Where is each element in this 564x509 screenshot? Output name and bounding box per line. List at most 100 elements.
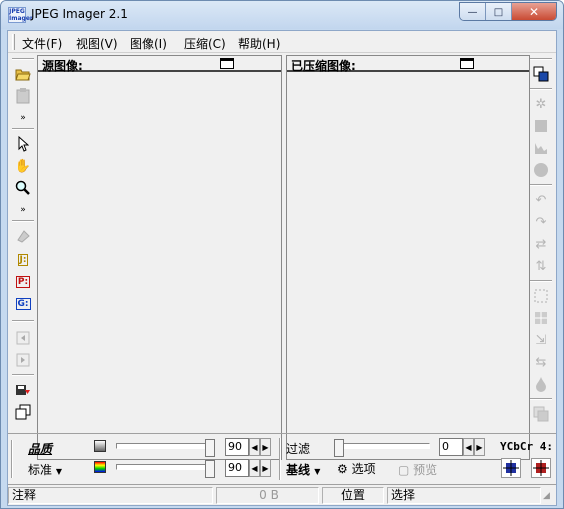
preview-button[interactable]: ▢ 预览 — [398, 461, 437, 478]
preset-dropdown[interactable]: 标准 ▼ — [28, 461, 62, 478]
circle-icon[interactable] — [531, 160, 551, 180]
quality-value[interactable]: 90 — [225, 438, 249, 456]
slider-thumb[interactable] — [205, 439, 215, 457]
quality-slider[interactable] — [116, 439, 216, 459]
toolbar-separator — [12, 128, 34, 130]
filter-label: 过滤 — [286, 442, 311, 456]
left-toolbar: » ✋ » J: P: G: — [10, 58, 36, 460]
source-panel-header: 源图像: — [38, 56, 281, 73]
spin-left-icon[interactable]: ◀ — [463, 438, 474, 456]
menu-view[interactable]: 视图(V) — [76, 35, 118, 52]
app-window: JPEG Imager JPEG Imager 2.1 — □ ✕ 文件(F) … — [0, 0, 564, 509]
mode-value: 基线 — [286, 463, 311, 477]
preview-icon: ▢ — [398, 463, 410, 477]
crop-icon[interactable] — [531, 286, 551, 306]
preset-value: 标准 — [28, 463, 53, 477]
rotate-right-icon[interactable]: ↷ — [531, 212, 551, 232]
chroma-spinner[interactable]: 90 ◀ ▶ — [225, 459, 271, 477]
spin-right-icon[interactable]: ▶ — [260, 438, 271, 456]
maximize-button[interactable]: □ — [486, 3, 512, 20]
bug-icon[interactable]: ✲ — [531, 94, 551, 114]
toolbar-separator — [279, 438, 281, 480]
app-logo-icon: JPEG Imager — [8, 7, 33, 23]
slider-track — [116, 464, 212, 470]
window-title: JPEG Imager 2.1 — [31, 7, 128, 21]
jpeg-format-icon[interactable]: J: — [13, 250, 33, 270]
quality-spinner[interactable]: 90 ◀ ▶ — [225, 438, 271, 456]
png-format-icon[interactable]: P: — [13, 272, 33, 292]
slider-thumb[interactable] — [205, 460, 215, 478]
grid-icon[interactable] — [531, 308, 551, 328]
flip-icon[interactable]: ⇄ — [531, 234, 551, 254]
title-bar[interactable]: JPEG Imager JPEG Imager 2.1 — □ ✕ — [1, 1, 563, 29]
rotate-left-icon[interactable]: ↶ — [531, 190, 551, 210]
compression-controls: 品质 标准 ▼ 90 ◀ ▶ 90 ◀ ▶ 过滤 0 ◀ ▶ 基线 ▼ ⚙ 选项… — [8, 433, 556, 483]
gif-format-icon[interactable]: G: — [13, 294, 33, 314]
histogram-icon[interactable] — [531, 138, 551, 158]
menu-bar: 文件(F) 视图(V) 图像(I) 压缩(C) 帮助(H) — [8, 31, 556, 53]
minimize-button[interactable]: — — [460, 3, 486, 20]
resize-grip-icon[interactable]: ◢ — [543, 491, 550, 501]
mirror-icon[interactable]: ⇅ — [531, 256, 551, 276]
copy-window-icon[interactable] — [13, 402, 33, 422]
slider-track — [116, 443, 212, 449]
spin-right-icon[interactable]: ▶ — [260, 459, 271, 477]
pointer-icon[interactable] — [13, 134, 33, 154]
next-icon[interactable] — [13, 350, 33, 370]
toolbar-separator — [12, 220, 34, 222]
chroma-value[interactable]: 90 — [225, 459, 249, 477]
hand-icon[interactable]: ✋ — [13, 156, 33, 176]
drop-icon[interactable] — [531, 374, 551, 394]
preview-label: 预览 — [413, 463, 438, 477]
slider-thumb[interactable] — [334, 439, 344, 457]
compressed-image-panel: 已压缩图像: — [286, 55, 530, 460]
filter-slider[interactable] — [334, 439, 434, 459]
caption-buttons: — □ ✕ — [459, 2, 557, 21]
mode-dropdown[interactable]: 基线 ▼ — [286, 461, 320, 478]
open-folder-icon[interactable] — [13, 64, 33, 84]
toolbar-grip — [12, 58, 34, 60]
square-icon[interactable] — [531, 116, 551, 136]
paint-icon[interactable] — [13, 226, 33, 246]
chroma-icon — [94, 461, 106, 473]
status-position: 位置 — [322, 487, 384, 504]
menu-compress[interactable]: 压缩(C) — [184, 35, 226, 52]
spin-right-icon[interactable]: ▶ — [474, 438, 485, 456]
close-button[interactable]: ✕ — [512, 3, 556, 20]
subsampling-2-icon[interactable] — [531, 458, 551, 478]
chroma-slider[interactable] — [116, 460, 216, 480]
spin-left-icon[interactable]: ◀ — [249, 459, 260, 477]
maximize-panel-icon[interactable] — [460, 58, 474, 69]
slider-track — [334, 443, 430, 449]
spin-left-icon[interactable]: ◀ — [249, 438, 260, 456]
save-icon[interactable] — [13, 380, 33, 400]
status-selection: 选择 — [387, 487, 541, 504]
filter-spinner[interactable]: 0 ◀ ▶ — [439, 438, 485, 456]
options-button[interactable]: ⚙ 选项 — [337, 460, 376, 477]
maximize-panel-icon[interactable] — [220, 58, 234, 69]
menu-image[interactable]: 图像(I) — [130, 35, 167, 52]
prev-icon[interactable] — [13, 328, 33, 348]
filter-value[interactable]: 0 — [439, 438, 463, 456]
menu-grip[interactable] — [12, 34, 15, 50]
resize-icon[interactable]: ⇲ — [531, 330, 551, 350]
toolbar-separator — [12, 374, 34, 376]
layers-icon[interactable] — [531, 404, 551, 424]
subsampling-1-icon[interactable] — [501, 458, 521, 478]
source-image-panel: 源图像: — [37, 55, 282, 460]
paste-icon[interactable] — [13, 86, 33, 106]
zoom-icon[interactable] — [13, 178, 33, 198]
toolbar-separator — [530, 398, 552, 400]
client-area: 文件(F) 视图(V) 图像(I) 压缩(C) 帮助(H) » ✋ » J: P… — [7, 30, 557, 506]
toolbar-separator — [530, 280, 552, 282]
expand-chevron-icon[interactable]: » — [13, 204, 33, 216]
menu-help[interactable]: 帮助(H) — [238, 35, 280, 52]
expand-chevron-icon[interactable]: » — [13, 112, 33, 124]
menu-file[interactable]: 文件(F) — [22, 35, 62, 52]
compressed-panel-title: 已压缩图像: — [291, 59, 356, 73]
status-bar: 注释 0 B 位置 选择 ◢ — [8, 484, 556, 505]
swap-icon[interactable]: ⇆ — [531, 352, 551, 372]
copy-icon[interactable] — [531, 64, 551, 84]
toolbar-grip — [530, 58, 552, 60]
quality-label: 品质 — [28, 442, 53, 456]
